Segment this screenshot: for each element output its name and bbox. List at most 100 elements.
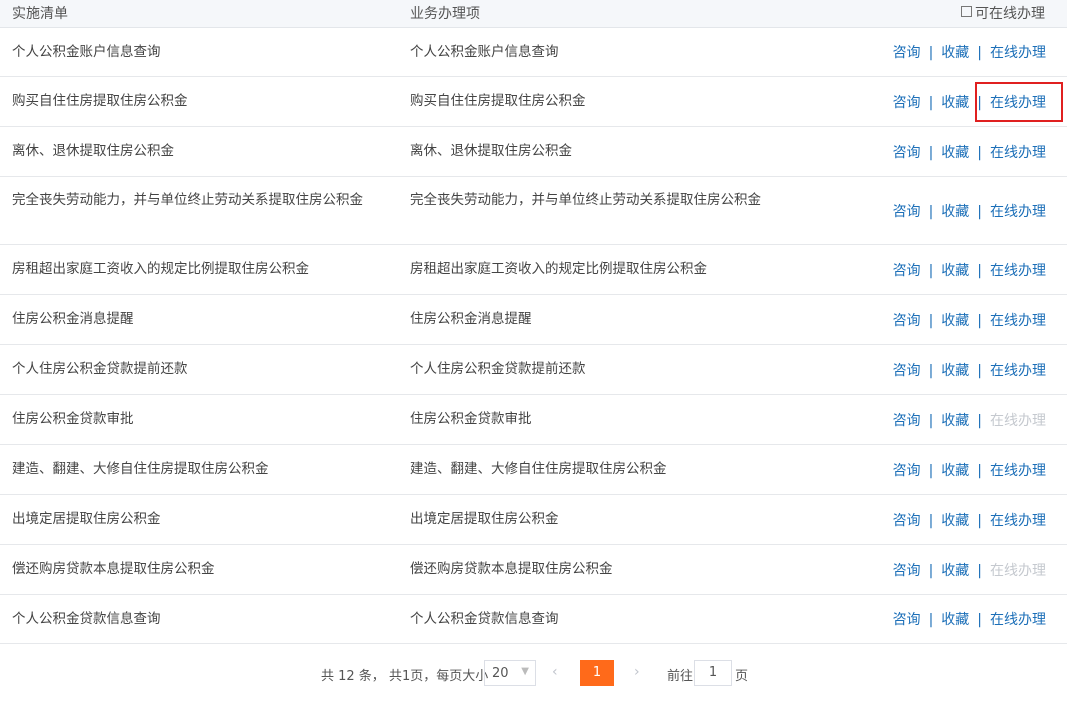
business-item: 购买自住住房提取住房公积金 [410,93,586,109]
online-handle-link[interactable]: 在线办理 [990,45,1046,61]
list-name: 出境定居提取住房公积金 [12,511,161,527]
row-actions: 咨询 | 收藏 | 在线办理 [893,142,1046,162]
separator: | [928,263,934,279]
online-handle-link[interactable]: 在线办理 [990,612,1046,628]
implementation-list-table: 实施清单 业务办理项 可在线办理 个人公积金账户信息查询 个人公积金账户信息查询咨… [0,0,1067,644]
favorite-link[interactable]: 收藏 [941,313,969,329]
online-handle-link: 在线办理 [990,563,1046,579]
separator: | [928,45,934,61]
online-filter-label[interactable]: 可在线办理 [975,6,1045,22]
table-row: 个人公积金贷款信息查询 个人公积金贷款信息查询 咨询 | 收藏 | 在线办理 [0,595,1067,644]
business-item: 偿还购房贷款本息提取住房公积金 [410,561,613,577]
favorite-link[interactable]: 收藏 [941,513,969,529]
list-name: 完全丧失劳动能力，并与单位终止劳动关系提取住房公积金 [12,192,363,208]
table-row: 个人公积金账户信息查询 个人公积金账户信息查询 咨询 | 收藏 | 在线办理 [0,28,1067,77]
separator: | [977,463,982,479]
business-item: 个人公积金账户信息查询 [410,44,559,60]
favorite-link[interactable]: 收藏 [941,363,969,379]
prev-page-button[interactable]: ‹ [552,664,558,680]
separator: | [928,463,934,479]
consult-link[interactable]: 咨询 [893,45,921,61]
favorite-link[interactable]: 收藏 [941,45,969,61]
business-item: 离休、退休提取住房公积金 [410,143,572,159]
consult-link[interactable]: 咨询 [893,145,921,161]
favorite-link[interactable]: 收藏 [941,95,969,111]
online-handle-link[interactable]: 在线办理 [990,145,1046,161]
table-row: 房租超出家庭工资收入的规定比例提取住房公积金 房租超出家庭工资收入的规定比例提取住… [0,245,1067,295]
separator: | [928,204,934,220]
favorite-link[interactable]: 收藏 [941,145,969,161]
consult-link[interactable]: 咨询 [893,95,921,111]
consult-link[interactable]: 咨询 [893,612,921,628]
separator: | [977,363,982,379]
separator: | [928,413,934,429]
favorite-link[interactable]: 收藏 [941,204,969,220]
online-handle-link[interactable]: 在线办理 [990,204,1046,220]
online-handle-link[interactable]: 在线办理 [990,263,1046,279]
consult-link[interactable]: 咨询 [893,513,921,529]
page-size-select[interactable]: 20 ▼ [484,660,536,686]
page-number-button[interactable]: 1 [580,660,614,686]
favorite-link[interactable]: 收藏 [941,463,969,479]
business-item: 出境定居提取住房公积金 [410,511,559,527]
separator: | [928,95,934,111]
favorite-link[interactable]: 收藏 [941,612,969,628]
row-actions: 咨询 | 收藏 | 在线办理 [893,609,1046,629]
consult-link[interactable]: 咨询 [893,363,921,379]
row-actions: 咨询 | 收藏 | 在线办理 [893,260,1046,280]
chevron-down-icon: ▼ [521,666,529,677]
page-info: 共1页，每页大小 [389,669,489,684]
table-row: 偿还购房贷款本息提取住房公积金 偿还购房贷款本息提取住房公积金 咨询 | 收藏 | 在线办理 [0,545,1067,595]
separator: | [928,563,934,579]
online-handle-link[interactable]: 在线办理 [990,363,1046,379]
separator: | [928,513,934,529]
separator: | [928,313,934,329]
highlight-box [975,82,1063,122]
separator: | [928,363,934,379]
separator: | [977,612,982,628]
table-row: 建造、翻建、大修自住住房提取住房公积金 建造、翻建、大修自住住房提取住房公积金 咨询… [0,445,1067,495]
online-handle-link[interactable]: 在线办理 [990,463,1046,479]
table-row: 出境定居提取住房公积金 出境定居提取住房公积金 咨询 | 收藏 | 在线办理 [0,495,1067,545]
separator: | [977,45,982,61]
pagination: 共 12 条， 共1页，每页大小 20 ▼ ‹ 1 › 前往 1 页 [0,660,1080,686]
consult-link[interactable]: 咨询 [893,204,921,220]
separator: | [977,413,982,429]
favorite-link[interactable]: 收藏 [941,263,969,279]
list-name: 购买自住住房提取住房公积金 [12,93,188,109]
total-count: 共 12 条， [321,669,385,684]
business-item: 住房公积金消息提醒 [410,311,532,327]
consult-link[interactable]: 咨询 [893,563,921,579]
list-name: 住房公积金消息提醒 [12,311,134,327]
table-row: 完全丧失劳动能力，并与单位终止劳动关系提取住房公积金 完全丧失劳动能力，并与单位终… [0,177,1067,245]
online-handle-link[interactable]: 在线办理 [990,513,1046,529]
list-name: 建造、翻建、大修自住住房提取住房公积金 [12,461,269,477]
table-row: 购买自住住房提取住房公积金 购买自住住房提取住房公积金 咨询 | 收藏 | 在线办理 [0,77,1067,127]
row-actions: 咨询 | 收藏 | 在线办理 [893,360,1046,380]
consult-link[interactable]: 咨询 [893,463,921,479]
consult-link[interactable]: 咨询 [893,413,921,429]
consult-link[interactable]: 咨询 [893,313,921,329]
list-name: 个人公积金贷款信息查询 [12,611,161,627]
checkbox-icon[interactable] [961,6,972,17]
list-name: 房租超出家庭工资收入的规定比例提取住房公积金 [12,261,309,277]
online-handle-link[interactable]: 在线办理 [990,313,1046,329]
table-body: 个人公积金账户信息查询 个人公积金账户信息查询 咨询 | 收藏 | 在线办理 购买自住住房提取… [0,28,1067,644]
list-name: 偿还购房贷款本息提取住房公积金 [12,561,215,577]
separator: | [977,563,982,579]
business-item: 房租超出家庭工资收入的规定比例提取住房公积金 [410,261,707,277]
goto-page-input[interactable]: 1 [694,660,732,686]
row-actions: 咨询 | 收藏 | 在线办理 [893,310,1046,330]
separator: | [977,513,982,529]
next-page-button[interactable]: › [634,664,640,680]
favorite-link[interactable]: 收藏 [941,413,969,429]
consult-link[interactable]: 咨询 [893,263,921,279]
page-size-value: 20 [492,666,509,681]
row-actions: 咨询 | 收藏 | 在线办理 [893,460,1046,480]
separator: | [977,313,982,329]
header-item-column: 业务办理项 [410,6,480,22]
table-row: 离休、退休提取住房公积金 离休、退休提取住房公积金 咨询 | 收藏 | 在线办理 [0,127,1067,177]
online-filter-checkbox[interactable]: 可在线办理 [961,3,1045,23]
goto-label: 前往 [667,669,694,684]
favorite-link[interactable]: 收藏 [941,563,969,579]
